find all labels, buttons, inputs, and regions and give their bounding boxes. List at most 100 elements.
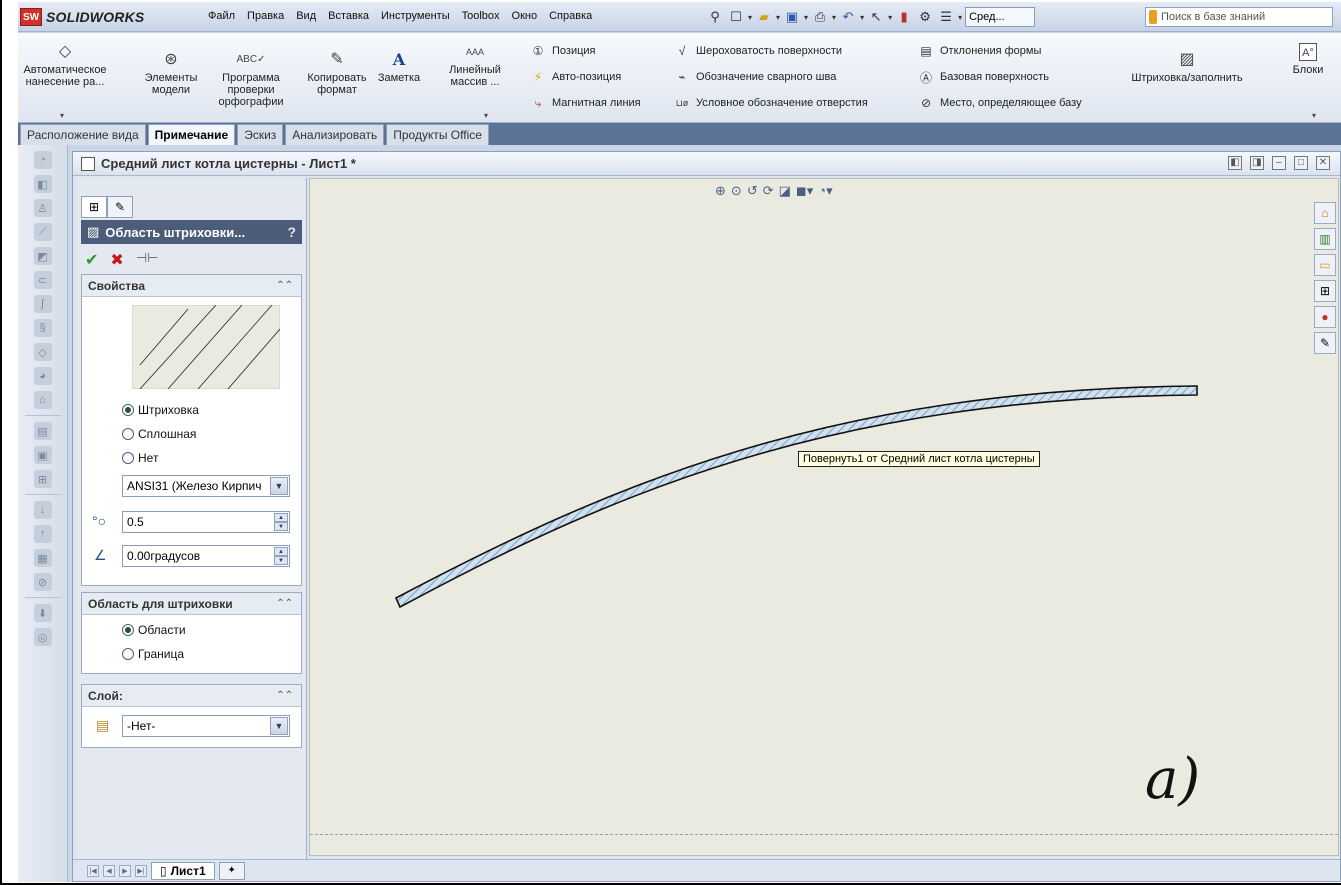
linear-pattern-button[interactable]: AAA Линейный массив ... — [446, 43, 504, 88]
toolbar-tool-11-icon[interactable]: ⌂ — [33, 391, 52, 409]
properties-group-header[interactable]: Свойства ⌃⌃ — [82, 275, 301, 297]
pin-icon[interactable]: ⊣⊢ — [136, 250, 159, 270]
rebuild-icon[interactable]: ▮ — [895, 7, 913, 27]
last-sheet-icon[interactable]: ▶| — [135, 864, 147, 877]
select-dropdown-icon[interactable]: ▾ — [888, 13, 892, 22]
tab-office-products[interactable]: Продукты Office — [386, 124, 489, 145]
linear-pattern-dropdown-icon[interactable]: ▾ — [484, 111, 488, 120]
toolbar-options-icon[interactable]: ☰ — [937, 7, 955, 27]
prev-sheet-icon[interactable]: ◀ — [103, 864, 115, 877]
graphics-area[interactable]: ⊕ ⊙ ↺ ⟳ ◪ ◼▾ ◔▾ Повернуть1 от Средний ли… — [309, 178, 1339, 856]
hatch-pattern-select[interactable]: ANSI31 (Железо Кирпич ▼ — [122, 475, 290, 497]
boundary-radio[interactable]: Граница — [122, 647, 184, 661]
hatch-area-group-header[interactable]: Область для штриховки ⌃⌃ — [82, 593, 301, 615]
auto-balloon-button[interactable]: ⚡ Авто-позиция — [530, 69, 621, 85]
toolbar-tool-13-icon[interactable]: ▣ — [33, 446, 52, 464]
pin-menu-icon[interactable]: ⚲ — [706, 7, 724, 27]
spell-check-button[interactable]: ABC✓ Программа проверки орфографии — [214, 51, 288, 108]
appearance-icon[interactable]: ● — [1314, 306, 1336, 328]
surface-finish-button[interactable]: √ Шероховатость поверхности — [674, 43, 842, 59]
new-dropdown-icon[interactable]: ▾ — [748, 13, 752, 22]
minimize-icon[interactable]: – — [1272, 156, 1286, 170]
toolbar-tool-18-icon[interactable]: ⊘ — [33, 573, 52, 591]
app-logo[interactable]: SW SOLIDWORKS — [20, 7, 144, 27]
toolbar-tool-10-icon[interactable]: ◕ — [33, 367, 52, 385]
ok-check-icon[interactable]: ✔ — [85, 250, 98, 270]
auto-dimension-dropdown-icon[interactable]: ▾ — [60, 111, 64, 120]
angle-field[interactable]: 0.00градусов ▲ ▼ — [122, 545, 290, 567]
none-radio[interactable]: Нет — [122, 451, 158, 465]
collapse-icon[interactable]: ⌃⌃ — [276, 598, 293, 609]
model-items-button[interactable]: ⊛ Элементы модели — [138, 51, 204, 96]
undo-icon[interactable]: ↶ — [839, 7, 857, 27]
select-pointer-icon[interactable]: ↖ — [867, 7, 885, 27]
toolbar-tool-12-icon[interactable]: ▤ — [33, 422, 52, 440]
menu-edit[interactable]: Правка — [247, 10, 284, 22]
design-library-icon[interactable]: ▥ — [1314, 228, 1336, 250]
balloon-button[interactable]: ① Позиция — [530, 43, 596, 59]
datum-feature-button[interactable]: Ⓐ Базовая поверхность — [918, 69, 1049, 85]
home-icon[interactable]: ⌂ — [1314, 202, 1336, 224]
datum-target-button[interactable]: ⊘ Место, определяющее базу — [918, 95, 1082, 111]
print-icon[interactable]: ⎙ — [811, 7, 829, 27]
blocks-button[interactable]: A° Блоки — [1288, 43, 1328, 76]
solid-radio[interactable]: Сплошная — [122, 427, 196, 441]
cancel-x-icon[interactable]: ✖ — [110, 250, 123, 270]
toolbar-tool-20-icon[interactable]: ◎ — [33, 628, 52, 646]
layer-group-header[interactable]: Слой: ⌃⌃ — [82, 685, 301, 707]
geometric-tolerance-button[interactable]: ▤ Отклонения формы — [918, 43, 1041, 59]
toolbar-options-dropdown-icon[interactable]: ▾ — [958, 13, 962, 22]
new-document-icon[interactable]: ☐ — [727, 7, 745, 27]
tab-sketch[interactable]: Эскиз — [237, 124, 284, 145]
scale-field[interactable]: 0.5 ▲ ▼ — [122, 511, 290, 533]
property-manager-tab-icon[interactable]: ✎ — [107, 196, 133, 218]
open-folder-icon[interactable]: ▰ — [755, 7, 773, 27]
scale-spinner[interactable]: ▲ ▼ — [274, 513, 288, 531]
note-button[interactable]: A Заметка — [374, 51, 424, 85]
feature-tree-tab-icon[interactable]: ⊞ — [81, 196, 107, 218]
toolbar-tool-16-icon[interactable]: ↑ — [33, 525, 52, 543]
help-icon[interactable]: ? — [287, 224, 296, 240]
toolbar-tool-8-icon[interactable]: § — [33, 319, 52, 337]
search-scope-select[interactable]: Сред... — [965, 7, 1036, 27]
blocks-dropdown-icon[interactable]: ▾ — [1312, 111, 1316, 120]
toolbar-tool-7-icon[interactable]: ∫ — [33, 295, 52, 313]
tab-view-layout[interactable]: Расположение вида — [20, 124, 146, 145]
next-sheet-icon[interactable]: ▶ — [119, 864, 131, 877]
angle-spinner[interactable]: ▲ ▼ — [274, 547, 288, 565]
menu-window[interactable]: Окно — [512, 10, 538, 22]
toolbar-tool-2-icon[interactable]: ◧ — [33, 175, 52, 193]
print-dropdown-icon[interactable]: ▾ — [832, 13, 836, 22]
menu-help[interactable]: Справка — [549, 10, 592, 22]
tile-left-icon[interactable]: ◧ — [1228, 156, 1242, 170]
toolbar-tool-4-icon[interactable]: ⟋ — [33, 223, 52, 241]
open-dropdown-icon[interactable]: ▾ — [776, 13, 780, 22]
first-sheet-icon[interactable]: |◀ — [87, 864, 99, 877]
regions-radio[interactable]: Области — [122, 623, 186, 637]
chevron-down-icon[interactable]: ▼ — [270, 717, 288, 735]
toolbar-tool-1-icon[interactable]: ◔ — [33, 151, 52, 169]
options-icon[interactable]: ⚙ — [916, 7, 934, 27]
toolbar-tool-17-icon[interactable]: ▦ — [33, 549, 52, 567]
add-sheet-icon[interactable]: ✦ — [218, 861, 245, 880]
tile-right-icon[interactable]: ◨ — [1250, 156, 1264, 170]
layer-select[interactable]: -Нет- ▼ — [122, 715, 290, 737]
menu-insert[interactable]: Вставка — [328, 10, 369, 22]
undo-dropdown-icon[interactable]: ▾ — [860, 13, 864, 22]
close-icon[interactable]: ✕ — [1316, 156, 1330, 170]
view-palette-icon[interactable]: ⊞ — [1314, 280, 1336, 302]
save-dropdown-icon[interactable]: ▾ — [804, 13, 808, 22]
sheet-tab[interactable]: ▯ Лист1 — [151, 861, 215, 880]
toolbar-tool-9-icon[interactable]: ◇ — [33, 343, 52, 361]
menu-tools[interactable]: Инструменты — [381, 10, 450, 22]
chevron-down-icon[interactable]: ▼ — [270, 477, 288, 495]
tab-evaluate[interactable]: Анализировать — [285, 124, 385, 145]
menu-file[interactable]: Файл — [208, 10, 235, 22]
format-painter-button[interactable]: ✎ Копировать формат — [302, 51, 372, 96]
toolbar-tool-5-icon[interactable]: ◩ — [33, 247, 52, 265]
knowledge-base-search[interactable]: Поиск в базе знаний — [1145, 7, 1333, 27]
auto-dimension-button[interactable]: ◇ Автоматическое нанесение ра... — [22, 43, 108, 88]
toolbar-tool-19-icon[interactable]: ⬇ — [33, 604, 52, 622]
hatch-radio[interactable]: Штриховка — [122, 403, 199, 417]
toolbar-tool-3-icon[interactable]: ♙ — [33, 199, 52, 217]
